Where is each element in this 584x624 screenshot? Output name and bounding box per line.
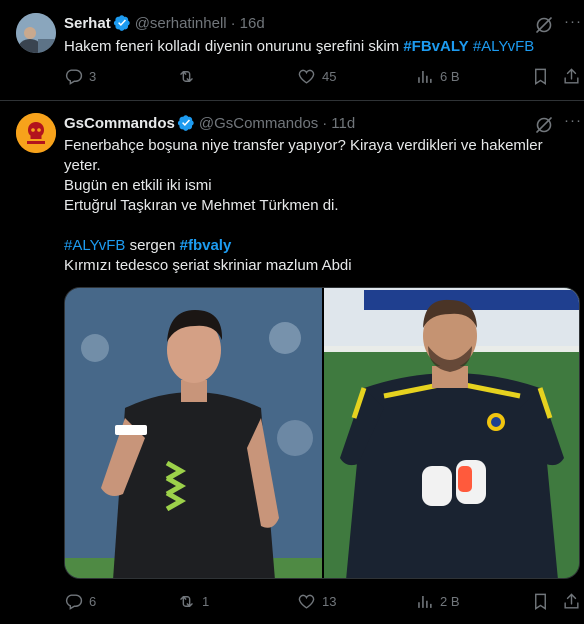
hashtag-link[interactable]: #ALYvFB bbox=[473, 38, 534, 55]
tweet-text-part: sergen bbox=[125, 237, 180, 254]
views-icon bbox=[418, 70, 432, 83]
tweet-header: GsCommandos @GsCommandos · 11d bbox=[64, 114, 355, 132]
share-icon bbox=[564, 68, 579, 84]
like-icon bbox=[298, 69, 315, 84]
bookmark-icon bbox=[535, 68, 546, 85]
tweet-text: Hakem feneri kolladı diyenin onurunu şer… bbox=[64, 37, 564, 57]
skull-logo-icon bbox=[16, 113, 56, 153]
more-icon[interactable]: ··· bbox=[564, 112, 582, 129]
share-button[interactable] bbox=[562, 67, 581, 86]
verified-badge-icon bbox=[113, 15, 130, 31]
repost-button[interactable]: 1 bbox=[177, 592, 209, 611]
share-button[interactable] bbox=[562, 592, 581, 611]
bookmark-icon bbox=[535, 593, 546, 610]
tweet-time[interactable]: 11d bbox=[331, 115, 355, 132]
referee-figure-icon bbox=[65, 288, 322, 578]
tweet-text-line: yeter. bbox=[64, 157, 101, 174]
referee-photo[interactable] bbox=[65, 288, 322, 578]
tweet-gscommandos[interactable]: GsCommandos @GsCommandos · 11d ··· Fener… bbox=[0, 101, 584, 624]
like-button[interactable]: 13 bbox=[297, 592, 336, 611]
hashtag-link[interactable]: #FBvALY bbox=[403, 38, 468, 55]
hashtag-link[interactable]: #ALYvFB bbox=[64, 237, 125, 254]
reply-icon bbox=[65, 69, 83, 85]
tweet-actions: 3 45 6 B bbox=[64, 67, 579, 87]
avatar[interactable] bbox=[16, 113, 56, 153]
repost-button[interactable] bbox=[177, 67, 202, 86]
tweet-hashtag-line: #ALYvFB sergen #fbvaly bbox=[64, 236, 564, 256]
author-name[interactable]: GsCommandos bbox=[64, 115, 175, 132]
tweet-time[interactable]: 16d bbox=[240, 15, 265, 32]
like-count: 13 bbox=[322, 594, 337, 609]
repost-icon bbox=[180, 596, 193, 607]
like-count: 45 bbox=[322, 69, 337, 84]
reply-button[interactable]: 3 bbox=[64, 67, 96, 86]
repost-count: 1 bbox=[202, 594, 210, 609]
bookmark-button[interactable] bbox=[531, 67, 550, 86]
reply-icon bbox=[65, 594, 83, 610]
reply-count: 3 bbox=[89, 69, 97, 84]
reply-button[interactable]: 6 bbox=[64, 592, 96, 611]
author-handle[interactable]: @serhatinhell bbox=[135, 15, 227, 32]
tweet-text-line: Kırmızı tedesco şeriat skriniar mazlum A… bbox=[64, 257, 352, 274]
tweet-text: Fenerbahçe boşuna niye transfer yapıyor?… bbox=[64, 136, 564, 276]
bookmark-button[interactable] bbox=[531, 592, 550, 611]
like-icon bbox=[298, 594, 315, 609]
views-button[interactable]: 6 B bbox=[415, 67, 460, 86]
tweet-header: Serhat @serhatinhell · 16d bbox=[64, 14, 265, 32]
tweet-actions: 6 1 13 2 B bbox=[64, 592, 579, 612]
goalkeeper-photo[interactable] bbox=[324, 288, 579, 578]
more-icon[interactable]: ··· bbox=[564, 13, 582, 30]
goalkeeper-figure-icon bbox=[324, 288, 579, 578]
tweet-text-line: Fenerbahçe boşuna niye transfer yapıyor?… bbox=[64, 137, 543, 154]
author-handle[interactable]: @GsCommandos bbox=[199, 115, 318, 132]
reply-count: 6 bbox=[89, 594, 97, 609]
separator-dot: · bbox=[322, 114, 328, 132]
views-count: 2 B bbox=[440, 594, 460, 609]
tweet-text-line: Ertuğrul Taşkıran ve Mehmet Türkmen di. bbox=[64, 197, 339, 214]
repost-icon bbox=[180, 71, 193, 82]
views-count: 6 B bbox=[440, 69, 460, 84]
verified-badge-icon bbox=[177, 115, 194, 131]
views-button[interactable]: 2 B bbox=[415, 592, 460, 611]
share-icon bbox=[564, 593, 579, 609]
tweet-text-line: Bugün en etkili iki ismi bbox=[64, 177, 212, 194]
avatar-photo-icon bbox=[16, 13, 56, 53]
grok-icon[interactable] bbox=[534, 115, 554, 135]
author-name[interactable]: Serhat bbox=[64, 15, 111, 32]
views-icon bbox=[418, 595, 432, 608]
tweet-media[interactable] bbox=[64, 287, 580, 579]
tweet-serhat[interactable]: Serhat @serhatinhell · 16d ··· Hakem fen… bbox=[0, 0, 584, 101]
like-button[interactable]: 45 bbox=[297, 67, 336, 86]
grok-icon[interactable] bbox=[534, 15, 554, 35]
avatar[interactable] bbox=[16, 13, 56, 53]
separator-dot: · bbox=[230, 14, 236, 32]
hashtag-link[interactable]: #fbvaly bbox=[180, 237, 232, 254]
tweet-text-part: Hakem feneri kolladı diyenin onurunu şer… bbox=[64, 38, 404, 55]
